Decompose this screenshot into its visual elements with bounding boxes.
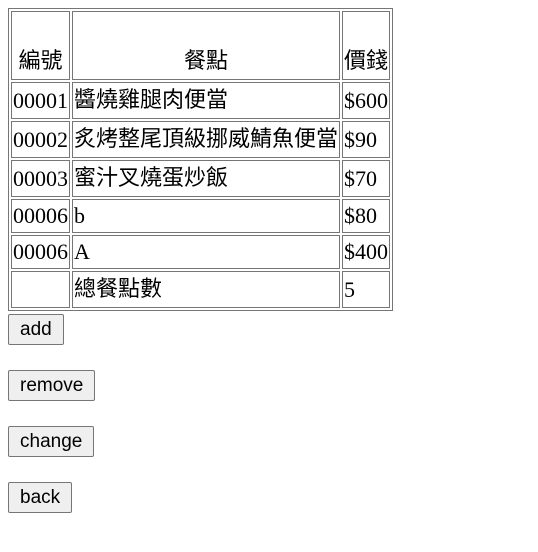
add-button[interactable]: add [8, 314, 64, 345]
cell-item: 蜜汁叉燒蛋炒飯 [72, 160, 341, 197]
cell-id: 00003 [11, 160, 70, 197]
cell-item: 炙烤整尾頂級挪威鯖魚便當 [72, 121, 341, 158]
cell-id: 00006 [11, 235, 70, 269]
footer-row: 總餐點數 5 [11, 271, 391, 308]
table-row: 00002 炙烤整尾頂級挪威鯖魚便當 $90 [11, 121, 391, 158]
cell-item: A [72, 235, 341, 269]
change-button[interactable]: change [8, 426, 95, 457]
footer-count: 5 [342, 271, 391, 308]
footer-id-cell [11, 271, 70, 308]
table-row: 00006 A $400 [11, 235, 391, 269]
cell-price: $70 [342, 160, 391, 197]
cell-item: 醬燒雞腿肉便當 [72, 82, 341, 119]
table-row: 00003 蜜汁叉燒蛋炒飯 $70 [11, 160, 391, 197]
cell-price: $90 [342, 121, 391, 158]
header-item: 餐點 [72, 11, 341, 80]
footer-label: 總餐點數 [72, 271, 341, 308]
cell-price: $400 [342, 235, 391, 269]
cell-id: 00002 [11, 121, 70, 158]
cell-price: $600 [342, 82, 391, 119]
table-row: 00006 b $80 [11, 199, 391, 233]
cell-id: 00006 [11, 199, 70, 233]
header-price: 價錢 [342, 11, 391, 80]
header-row: 編號 餐點 價錢 [11, 11, 391, 80]
remove-button[interactable]: remove [8, 370, 96, 401]
back-button[interactable]: back [8, 482, 73, 513]
menu-table: 編號 餐點 價錢 00001 醬燒雞腿肉便當 $600 00002 炙烤整尾頂級… [8, 8, 394, 311]
cell-id: 00001 [11, 82, 70, 119]
cell-item: b [72, 199, 341, 233]
table-row: 00001 醬燒雞腿肉便當 $600 [11, 82, 391, 119]
header-id: 編號 [11, 11, 70, 80]
cell-price: $80 [342, 199, 391, 233]
